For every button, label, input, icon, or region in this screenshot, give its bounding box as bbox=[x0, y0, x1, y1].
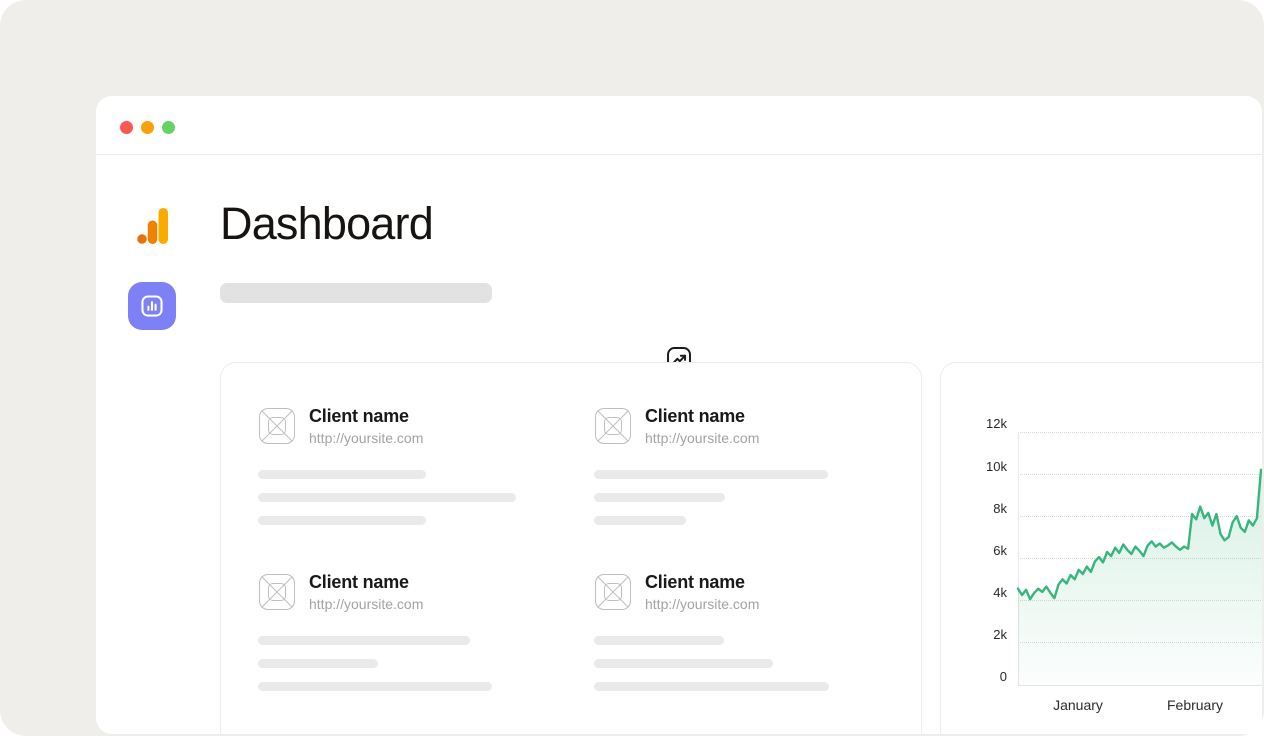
y-axis-tick-label: 10k bbox=[951, 459, 1007, 474]
client-name: Client name bbox=[309, 571, 423, 593]
image-placeholder-icon bbox=[258, 407, 296, 445]
x-axis-tick-label: January bbox=[1053, 697, 1103, 713]
skeleton-line bbox=[594, 493, 725, 502]
y-axis-tick-label: 6k bbox=[951, 543, 1007, 558]
y-axis-tick-label: 2k bbox=[951, 627, 1007, 642]
client-url: http://yoursite.com bbox=[309, 430, 423, 446]
traffic-chart-card: 0 2k 4k 6k 8k 10k 12k January February bbox=[940, 362, 1262, 734]
client-text-skeleton bbox=[258, 470, 516, 539]
y-axis-tick-label: 12k bbox=[951, 416, 1007, 431]
skeleton-line bbox=[594, 470, 828, 479]
page-title: Dashboard bbox=[220, 200, 433, 248]
y-axis-tick-label: 4k bbox=[951, 585, 1007, 600]
image-placeholder-icon bbox=[594, 573, 632, 611]
client-url: http://yoursite.com bbox=[645, 430, 759, 446]
client-name: Client name bbox=[309, 405, 423, 427]
client-text-skeleton bbox=[258, 636, 492, 705]
analytics-logo-icon bbox=[137, 208, 168, 244]
client-list-item[interactable]: Client name http://yoursite.com bbox=[258, 571, 558, 612]
traffic-line-chart bbox=[1018, 421, 1262, 687]
chart-area-fill bbox=[1018, 470, 1262, 685]
client-text-skeleton bbox=[594, 470, 828, 539]
subtitle-skeleton bbox=[220, 283, 492, 303]
titlebar-divider bbox=[96, 154, 1262, 155]
image-placeholder-icon bbox=[258, 573, 296, 611]
skeleton-line bbox=[258, 516, 426, 525]
y-axis-tick-label: 8k bbox=[951, 501, 1007, 516]
skeleton-line bbox=[258, 659, 378, 668]
close-window-button[interactable] bbox=[120, 121, 133, 134]
x-axis-tick-label: February bbox=[1167, 697, 1223, 713]
skeleton-line bbox=[258, 682, 492, 691]
skeleton-line bbox=[594, 682, 829, 691]
client-url: http://yoursite.com bbox=[309, 596, 423, 612]
client-url: http://yoursite.com bbox=[645, 596, 759, 612]
skeleton-line bbox=[594, 516, 686, 525]
zoom-window-button[interactable] bbox=[162, 121, 175, 134]
y-axis-tick-label: 0 bbox=[951, 669, 1007, 684]
skeleton-line bbox=[594, 636, 724, 645]
minimize-window-button[interactable] bbox=[141, 121, 154, 134]
browser-window: Dashboard Client name http://yoursite.co… bbox=[96, 96, 1262, 734]
skeleton-line bbox=[258, 493, 516, 502]
client-list-item[interactable]: Client name http://yoursite.com bbox=[594, 405, 894, 446]
clients-card: Client name http://yoursite.com Client n… bbox=[220, 362, 922, 734]
client-name: Client name bbox=[645, 405, 759, 427]
image-placeholder-icon bbox=[594, 407, 632, 445]
skeleton-line bbox=[258, 470, 426, 479]
client-list-item[interactable]: Client name http://yoursite.com bbox=[258, 405, 558, 446]
sidebar-item-dashboard[interactable] bbox=[128, 282, 176, 330]
client-list-item[interactable]: Client name http://yoursite.com bbox=[594, 571, 894, 612]
client-name: Client name bbox=[645, 571, 759, 593]
window-titlebar bbox=[96, 96, 1262, 154]
bar-chart-icon bbox=[139, 293, 165, 319]
skeleton-line bbox=[594, 659, 773, 668]
skeleton-line bbox=[258, 636, 470, 645]
client-text-skeleton bbox=[594, 636, 829, 705]
